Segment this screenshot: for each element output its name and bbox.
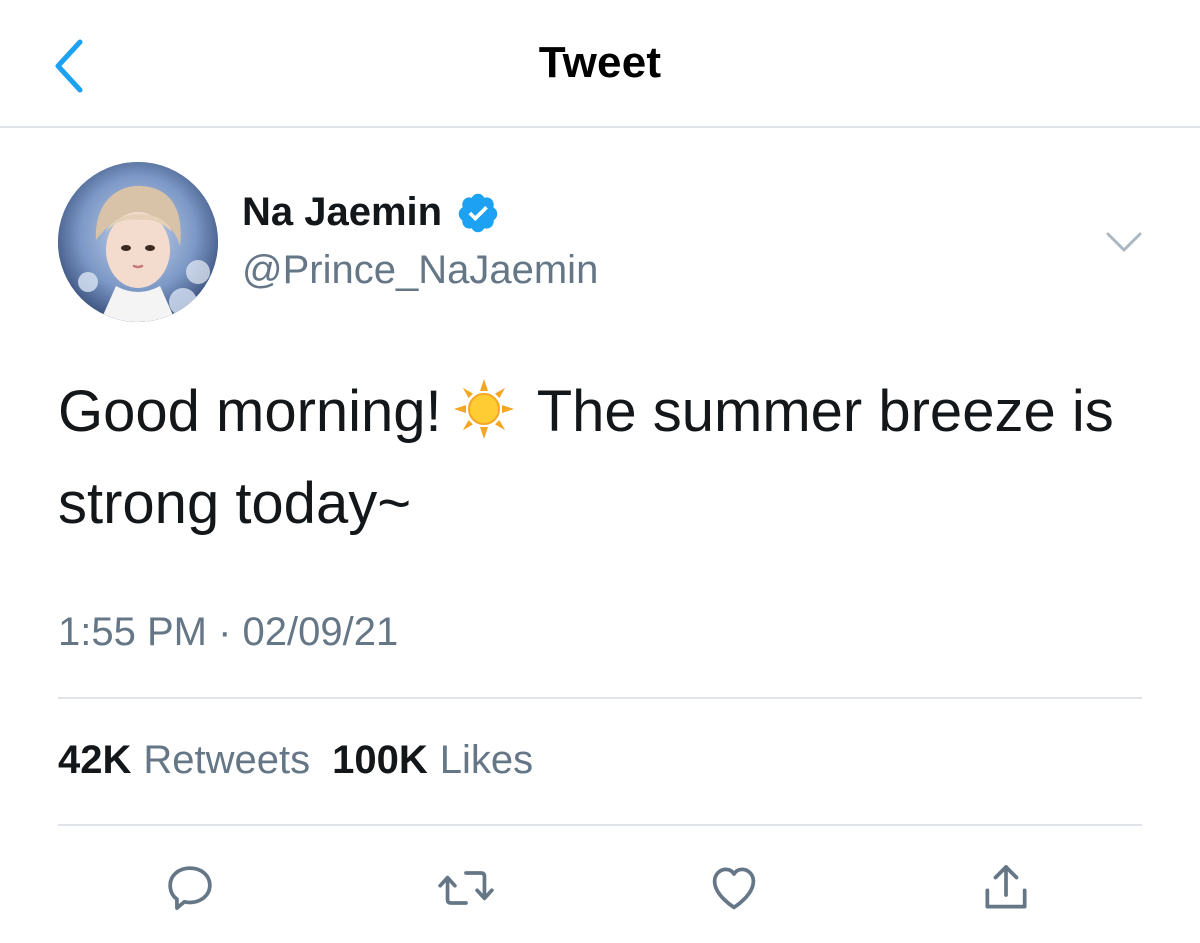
likes-count[interactable]: 100K [332,738,428,783]
more-options-button[interactable] [1104,226,1144,258]
tweet-stats: 42K Retweets 100K Likes [58,738,533,783]
share-button[interactable] [974,856,1038,920]
sun-emoji-icon [452,376,516,440]
reply-icon [168,866,212,910]
tweet-text: Good morning! The summer breeze is stron… [58,366,1158,550]
verified-badge-icon [456,191,500,235]
retweet-button[interactable] [434,856,498,920]
nav-bar: Tweet [0,0,1200,128]
chevron-down-icon [1106,232,1142,252]
tweet-timestamp[interactable]: 1:55 PM · 02/09/21 [58,610,398,655]
like-icon [712,867,756,910]
retweets-label[interactable]: Retweets [143,738,310,783]
divider [58,697,1142,699]
retweet-icon [438,871,494,905]
like-button[interactable] [702,856,766,920]
likes-label[interactable]: Likes [440,738,533,783]
page-title: Tweet [538,38,662,87]
reply-button[interactable] [158,856,222,920]
display-name-text: Na Jaemin [242,190,443,234]
tweet-text-part1: Good morning! [58,379,442,444]
display-name[interactable]: Na Jaemin [242,190,500,235]
share-icon [985,865,1027,909]
user-handle[interactable]: @Prince_NaJaemin [242,248,598,293]
avatar-image [58,162,218,322]
avatar[interactable] [58,162,218,322]
retweets-count[interactable]: 42K [58,738,131,783]
divider [58,824,1142,826]
